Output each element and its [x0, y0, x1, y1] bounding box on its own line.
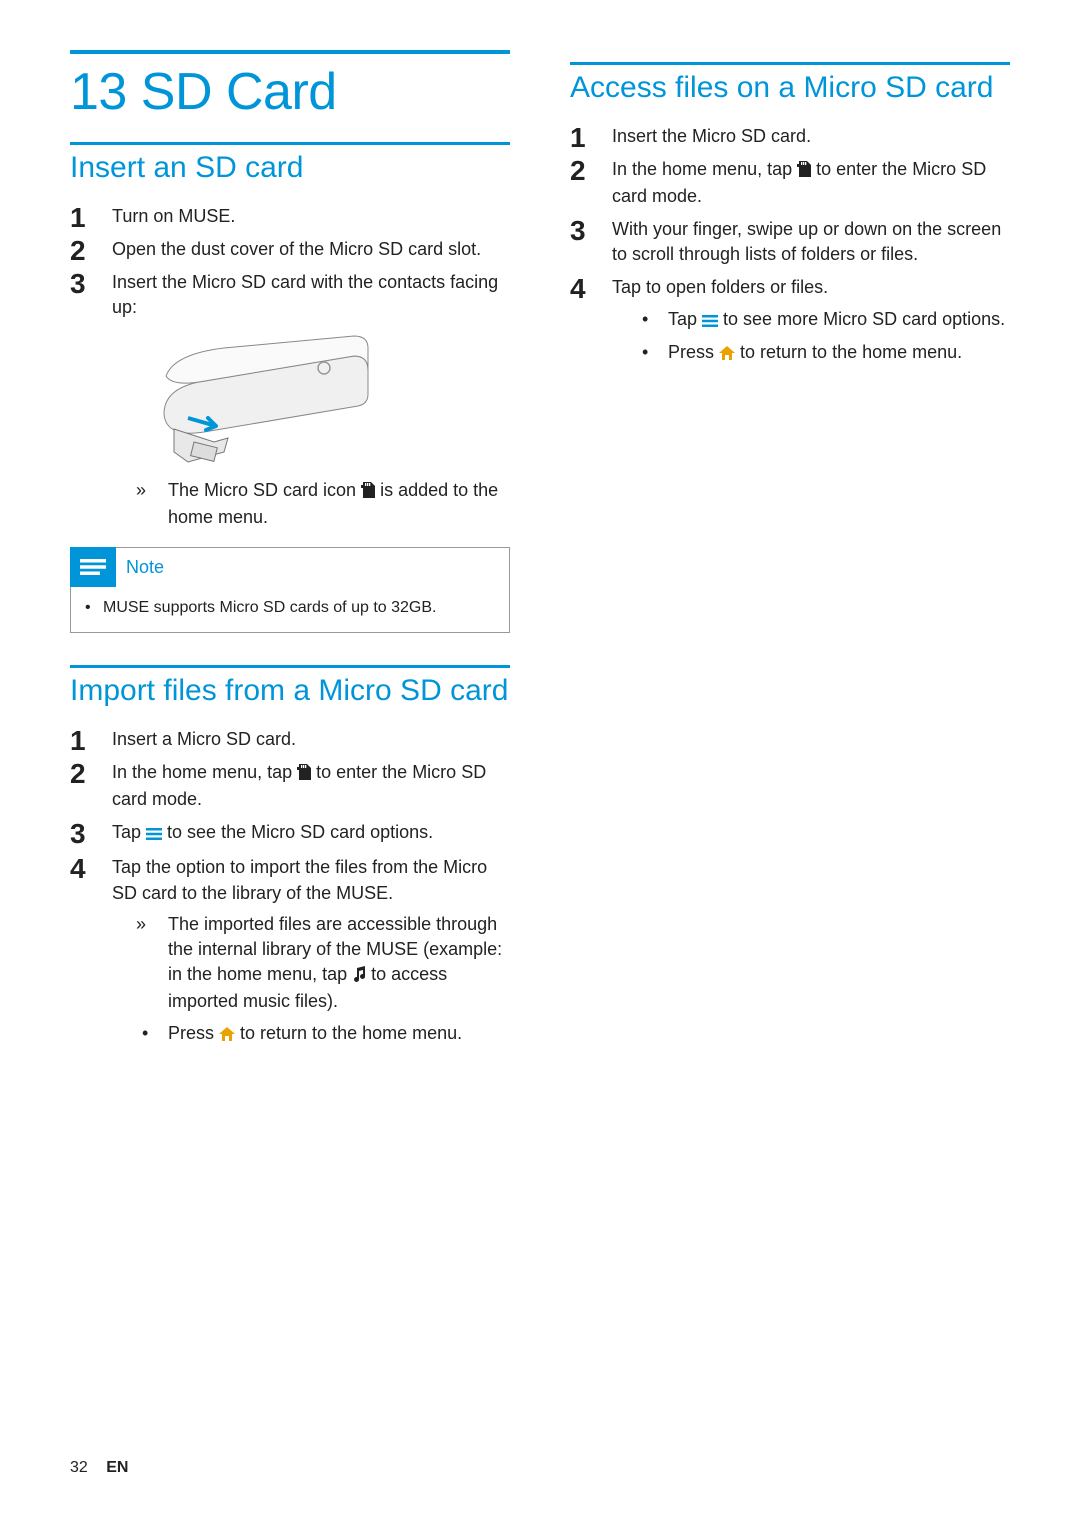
step-item: Insert the Micro SD card with the contac… — [70, 270, 510, 531]
step-item: In the home menu, tap to enter the Micro… — [570, 157, 1010, 209]
step-item: Open the dust cover of the Micro SD card… — [70, 237, 510, 262]
step-item: With your finger, swipe up or down on th… — [570, 217, 1010, 267]
home-icon — [219, 1023, 235, 1048]
page-language: EN — [106, 1459, 128, 1476]
sd-card-icon — [797, 159, 811, 184]
sd-card-icon — [297, 762, 311, 787]
section-divider — [70, 142, 510, 145]
right-column: Access files on a Micro SD card Insert t… — [570, 50, 1010, 1056]
page-footer: 32 EN — [70, 1459, 128, 1477]
substep-item: The imported files are accessible throug… — [112, 912, 510, 1015]
left-column: 13 SD Card Insert an SD card Turn on MUS… — [70, 50, 510, 1056]
sd-card-icon — [361, 480, 375, 505]
note-body: MUSE supports Micro SD cards of up to 32… — [71, 587, 509, 633]
home-icon — [719, 342, 735, 367]
step-item: Tap to see the Micro SD card options. — [70, 820, 510, 847]
page-number: 32 — [70, 1459, 88, 1476]
menu-icon — [146, 822, 162, 847]
section-divider — [570, 62, 1010, 65]
insert-steps: Turn on MUSE. Open the dust cover of the… — [70, 204, 510, 531]
substep-item: Press to return to the home menu. — [112, 1021, 510, 1048]
chapter-title: 13 SD Card — [70, 62, 510, 122]
step-item: Tap the option to import the files from … — [70, 855, 510, 1047]
note-header: Note — [71, 548, 509, 587]
step-item: Turn on MUSE. — [70, 204, 510, 229]
note-icon — [70, 547, 116, 587]
note-box: Note MUSE supports Micro SD cards of up … — [70, 547, 510, 634]
section-title-import: Import files from a Micro SD card — [70, 674, 510, 709]
note-bullet: MUSE supports Micro SD cards of up to 32… — [85, 597, 495, 619]
sd-card-insert-illustration — [154, 334, 374, 464]
access-steps: Insert the Micro SD card. In the home me… — [570, 124, 1010, 368]
step-item: In the home menu, tap to enter the Micro… — [70, 760, 510, 812]
import-steps: Insert a Micro SD card. In the home menu… — [70, 727, 510, 1048]
section-title-access: Access files on a Micro SD card — [570, 71, 1010, 106]
menu-icon — [702, 309, 718, 334]
step-item: Insert the Micro SD card. — [570, 124, 1010, 149]
step-item: Insert a Micro SD card. — [70, 727, 510, 752]
chapter-divider — [70, 50, 510, 54]
step-item: Tap to open folders or files. Tap to see… — [570, 275, 1010, 367]
section-divider — [70, 665, 510, 668]
section-title-insert: Insert an SD card — [70, 151, 510, 186]
substep-item: The Micro SD card icon is added to the h… — [112, 478, 510, 530]
music-note-icon — [352, 964, 366, 989]
substep-item: Press to return to the home menu. — [612, 340, 1010, 367]
substep-item: Tap to see more Micro SD card options. — [612, 307, 1010, 334]
note-label: Note — [126, 551, 164, 584]
